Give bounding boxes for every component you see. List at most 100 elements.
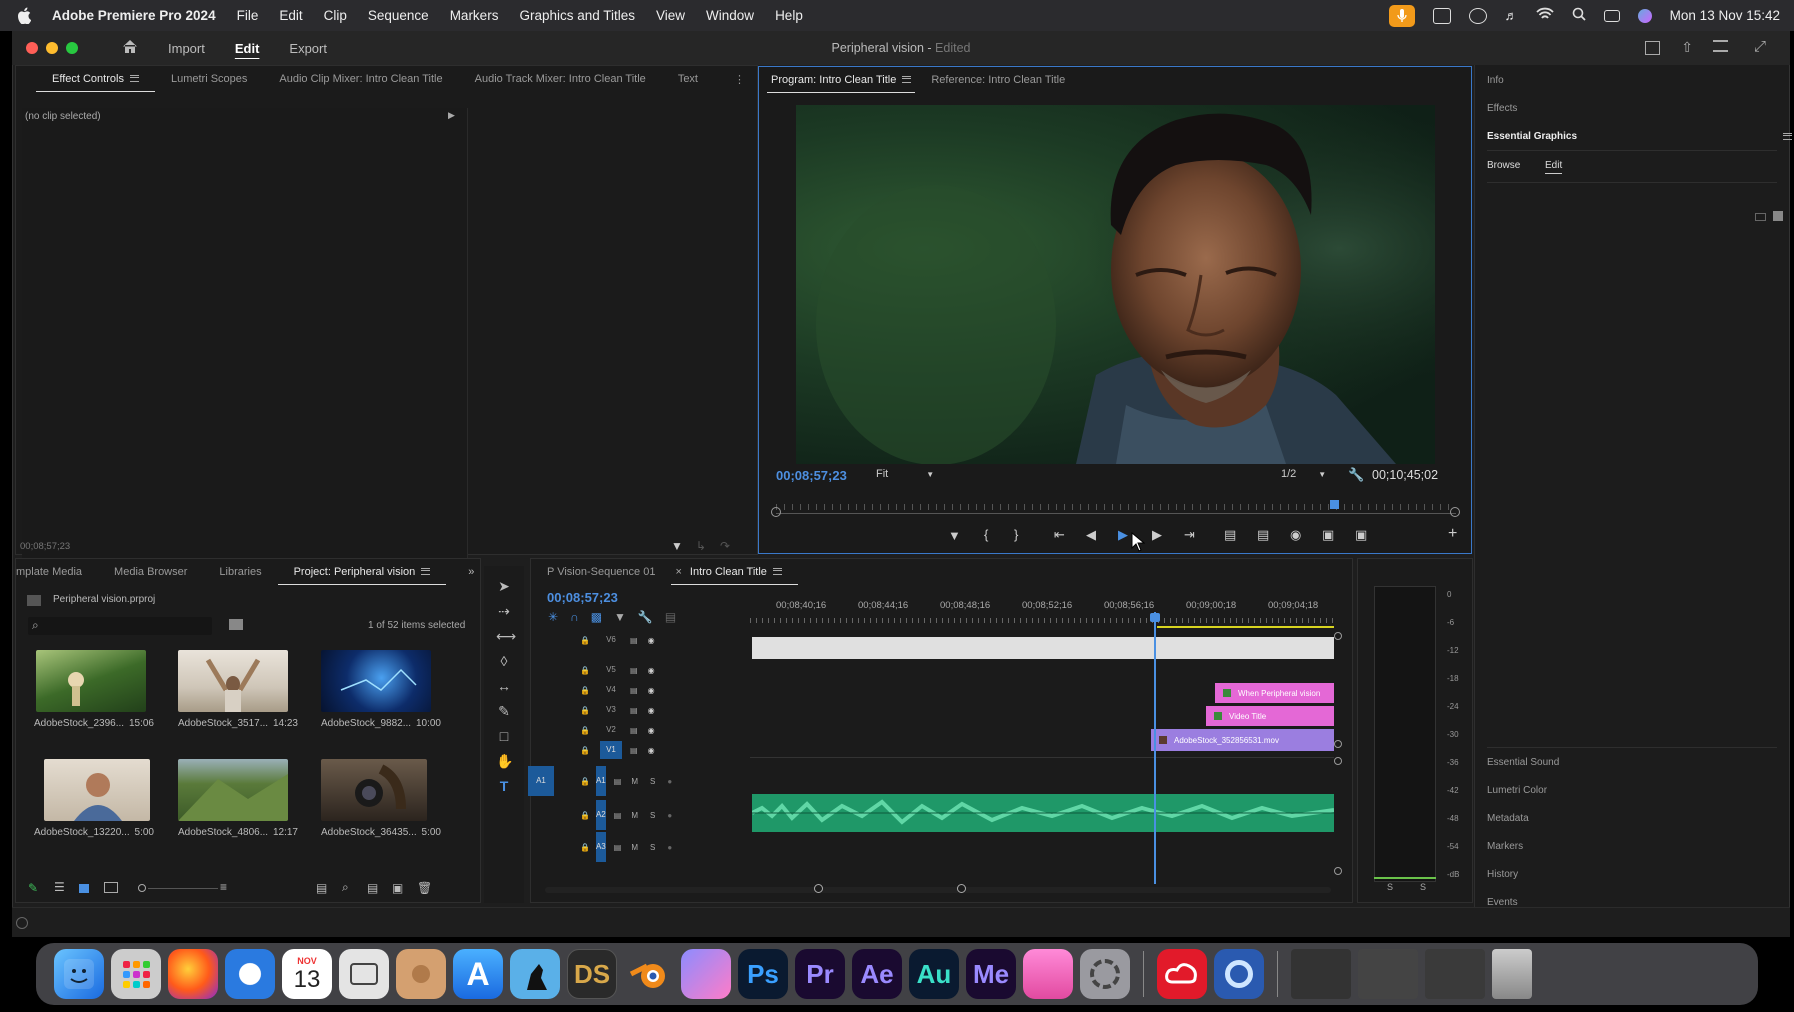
video-track-header[interactable]: 🔒 V3 ▤ ◉ (548, 700, 666, 720)
xcode-tools-icon[interactable] (681, 949, 731, 999)
calendar-icon[interactable]: NOV 13 (282, 949, 332, 999)
launchpad-icon[interactable] (111, 949, 161, 999)
sync-lock-icon[interactable]: ▤ (630, 686, 638, 695)
creative-cloud-icon[interactable] (1157, 949, 1207, 999)
panel-essential-graphics[interactable]: Essential Graphics (1487, 131, 1577, 142)
program-current-timecode[interactable]: 00;08;57;23 (776, 468, 847, 483)
clip-video-title[interactable]: Video Title (1206, 706, 1334, 726)
track-height-handle[interactable] (1334, 757, 1342, 765)
eye-icon[interactable]: ◉ (648, 636, 655, 645)
menu-window[interactable]: Window (706, 8, 754, 23)
selection-tool-icon[interactable]: ➤ (496, 578, 512, 594)
type-tool-icon[interactable]: T (496, 778, 512, 794)
find-icon[interactable]: ⌕ (342, 880, 349, 895)
eye-icon[interactable]: ◉ (648, 686, 655, 695)
lock-icon[interactable]: 🔒 (580, 726, 594, 735)
fullscreen-icon[interactable]: ⤢ (1754, 38, 1766, 55)
voice-record-icon[interactable]: ● (667, 843, 672, 852)
hand-tool-icon[interactable]: ✋ (496, 753, 513, 769)
share-icon[interactable]: ⇧ (1681, 39, 1693, 56)
track-name[interactable]: A2 (595, 800, 606, 830)
track-name[interactable]: A3 (595, 832, 606, 862)
contacts-icon[interactable] (396, 949, 446, 999)
linked-selection-icon[interactable]: ▩ (591, 610, 602, 624)
thumbnail-5[interactable] (178, 759, 288, 821)
tab-project[interactable]: Project: Peripheral vision (277, 559, 447, 585)
lift-icon[interactable]: ▤ (1224, 527, 1236, 543)
sync-lock-icon[interactable]: ▤ (630, 726, 638, 735)
panel-effects[interactable]: Effects (1487, 103, 1517, 114)
creative-cloud-status-icon[interactable] (1468, 7, 1487, 24)
thumbnail-4[interactable] (44, 759, 150, 821)
apple-logo-icon[interactable] (14, 6, 34, 26)
ripple-edit-tool-icon[interactable]: ⟷ (496, 628, 516, 644)
microphone-icon[interactable] (1388, 4, 1415, 27)
tab-audio-clip-mixer[interactable]: Audio Clip Mixer: Intro Clean Title (263, 66, 458, 92)
resolution-dropdown[interactable]: 1/2 ▼ (1281, 468, 1326, 480)
mute-button[interactable]: M (631, 777, 638, 786)
filter-icon[interactable]: ▼ (671, 539, 683, 553)
solo-button[interactable]: S (650, 843, 655, 852)
program-menu-icon[interactable] (902, 76, 912, 83)
audition-icon[interactable]: Au (909, 949, 959, 999)
track-name[interactable]: V4 (600, 681, 622, 699)
new-item-icon[interactable]: ▣ (392, 881, 403, 895)
system-settings-icon[interactable] (1080, 949, 1130, 999)
automate-to-sequence-icon[interactable]: ▤ (316, 881, 327, 895)
eye-icon[interactable]: ◉ (648, 666, 655, 675)
tab-media-browser[interactable]: Media Browser (98, 559, 203, 585)
extract-icon[interactable]: ▤ (1257, 527, 1269, 543)
sync-lock-icon[interactable]: ▤ (630, 746, 638, 755)
thumbnail-3[interactable] (321, 650, 431, 712)
lock-icon[interactable]: 🔒 (580, 777, 590, 786)
clip-v1-adobestock[interactable]: AdobeStock_352856531.mov (1151, 729, 1334, 751)
sync-lock-icon[interactable]: ▤ (614, 843, 622, 852)
add-marker-icon[interactable]: ▼ (948, 528, 961, 543)
blender-icon[interactable] (624, 949, 674, 999)
expand-arrow-icon[interactable]: ▶ (448, 110, 455, 121)
v5-clip[interactable] (752, 637, 1334, 659)
video-track-header[interactable]: 🔒 V5 ▤ ◉ (548, 660, 666, 680)
tab-audio-track-mixer[interactable]: Audio Track Mixer: Intro Clean Title (459, 66, 662, 92)
lock-icon[interactable]: 🔒 (580, 706, 594, 715)
minimized-window-2[interactable] (1358, 949, 1418, 999)
sync-lock-icon[interactable]: ▤ (630, 706, 638, 715)
menu-edit[interactable]: Edit (279, 8, 302, 23)
go-to-out-icon[interactable]: ⇥ (1184, 527, 1195, 543)
spotlight-search-icon[interactable] (1572, 7, 1586, 24)
app-store-icon[interactable]: A (453, 949, 503, 999)
icon-view-icon[interactable] (79, 884, 89, 893)
export-frame-icon[interactable]: ◉ (1290, 527, 1301, 543)
zoom-window-button[interactable] (66, 42, 78, 54)
solo-left[interactable]: S (1387, 882, 1393, 892)
screenshot-icon[interactable] (339, 949, 389, 999)
eye-icon[interactable]: ◉ (648, 746, 655, 755)
timeline-timecode[interactable]: 00;08;57;23 (547, 590, 618, 605)
minimize-window-button[interactable] (46, 42, 58, 54)
screen-record-icon[interactable] (1432, 7, 1451, 24)
finder-icon[interactable] (54, 949, 104, 999)
track-height-handle[interactable] (1334, 740, 1342, 748)
add-marker-timeline-icon[interactable]: ▼ (614, 610, 626, 624)
solo-button[interactable]: S (650, 811, 655, 820)
firefox-icon[interactable] (168, 949, 218, 999)
align-icon[interactable] (1773, 211, 1783, 221)
mark-in-icon[interactable]: { (984, 527, 988, 542)
zoom-start-handle[interactable] (771, 507, 781, 517)
tab-browse[interactable]: Browse (1487, 160, 1520, 171)
minimized-window-1[interactable] (1291, 949, 1351, 999)
list-view-icon[interactable]: ☰ (54, 880, 65, 894)
sync-lock-icon[interactable]: ▤ (630, 666, 638, 675)
scroll-end-handle[interactable] (957, 884, 966, 893)
menu-help[interactable]: Help (775, 8, 803, 23)
quick-export-icon[interactable] (1713, 40, 1728, 52)
freeform-view-icon[interactable] (104, 882, 118, 893)
tab-sequence-01[interactable]: P Vision-Sequence 01 (531, 559, 671, 585)
home-icon[interactable] (122, 39, 138, 57)
timeline-playhead[interactable] (1154, 612, 1156, 884)
header-export[interactable]: Export (289, 41, 327, 56)
go-to-in-icon[interactable]: ⇤ (1054, 527, 1065, 543)
menu-file[interactable]: File (237, 8, 259, 23)
program-playhead[interactable] (1329, 500, 1339, 509)
wrench-settings-icon[interactable]: 🔧 (1348, 467, 1364, 483)
